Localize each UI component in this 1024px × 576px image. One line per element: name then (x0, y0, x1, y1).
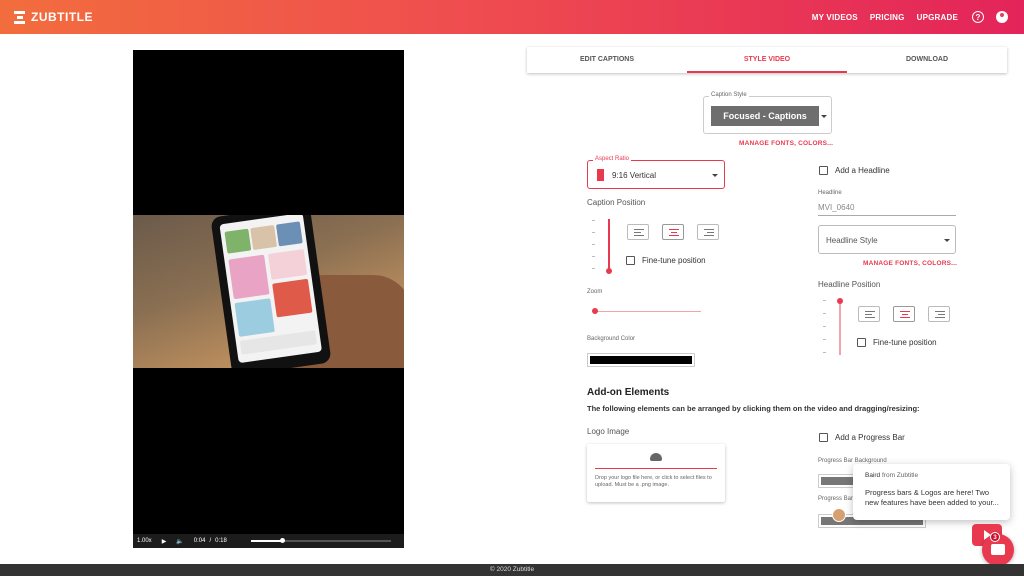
headline-input[interactable]: MVI_0640 (818, 200, 956, 216)
brand-name: ZUBTITLE (31, 10, 93, 24)
align-left-button[interactable] (627, 224, 649, 240)
player-controls: 1.00x ▶ 🔈 0:04 / 0:18 (133, 534, 404, 548)
chat-unread-badge: 3 (990, 532, 1000, 542)
help-icon[interactable]: ? (972, 11, 984, 23)
aspect-ratio-select[interactable]: Aspect Ratio 9:16 Vertical (587, 156, 725, 189)
align-right-icon (704, 229, 714, 238)
caption-position-label: Caption Position (587, 198, 646, 207)
addons-title: Add-on Elements (587, 387, 670, 398)
caption-position-vertical-slider[interactable] (608, 219, 610, 271)
video-player[interactable]: 1.00x ▶ 🔈 0:04 / 0:18 (133, 50, 404, 548)
add-progress-bar-checkbox[interactable] (819, 433, 828, 442)
headline-manage-fonts-colors-link[interactable]: MANAGE FONTS, COLORS... (863, 260, 957, 267)
headline-style-select[interactable]: Headline Style (818, 225, 956, 254)
chat-avatar (832, 508, 846, 522)
main-nav: MY VIDEOS PRICING UPGRADE ? (800, 0, 1008, 34)
zoom-label: Zoom (587, 289, 603, 295)
seek-bar[interactable] (251, 538, 391, 543)
tab-style-video[interactable]: STYLE VIDEO (687, 47, 847, 73)
align-right-icon (935, 311, 945, 320)
headline-align-right-button[interactable] (928, 306, 950, 322)
cloud-upload-icon (650, 453, 662, 461)
phone-image (210, 215, 332, 368)
headline-fine-tune-checkbox[interactable] (857, 338, 866, 347)
headline-align-center-button[interactable] (893, 306, 915, 322)
addons-description: The following elements can be arranged b… (587, 404, 920, 413)
nav-upgrade[interactable]: UPGRADE (917, 13, 958, 22)
headline-style-placeholder: Headline Style (826, 236, 878, 245)
tab-download[interactable]: DOWNLOAD (847, 47, 1007, 73)
chat-sender-name: Baird (865, 472, 881, 479)
account-icon[interactable] (996, 11, 1008, 23)
chat-sender-suffix: from Zubtitle (882, 472, 919, 479)
duration: 0:18 (215, 538, 227, 544)
play-icon[interactable]: ▶ (162, 538, 167, 545)
logo-upload-dropzone[interactable]: Drop your logo file here, or click to se… (587, 444, 725, 502)
align-center-icon (900, 311, 910, 320)
headline-position-slider-handle[interactable] (837, 298, 843, 304)
add-headline-checkbox[interactable] (819, 166, 828, 175)
background-color-picker[interactable] (587, 353, 695, 367)
tab-edit-captions[interactable]: EDIT CAPTIONS (527, 47, 687, 73)
caption-style-legend: Caption Style (709, 92, 749, 98)
align-left-icon (634, 229, 644, 238)
align-center-button[interactable] (662, 224, 684, 240)
top-navigation-bar: ZUBTITLE MY VIDEOS PRICING UPGRADE ? (0, 0, 1024, 34)
upload-instructions: Drop your logo file here, or click to se… (595, 475, 712, 488)
headline-fine-tune-label: Fine-tune position (873, 338, 937, 347)
app-logo[interactable]: ZUBTITLE (14, 10, 93, 24)
add-progress-bar-label: Add a Progress Bar (835, 433, 905, 442)
headline-input-value: MVI_0640 (818, 203, 855, 212)
align-left-icon (865, 311, 875, 320)
playback-speed[interactable]: 1.00x (137, 538, 152, 544)
background-color-label: Background Color (587, 336, 636, 342)
caption-style-select[interactable]: Caption Style Focused - Captions (703, 92, 832, 134)
caption-position-slider-handle[interactable] (606, 268, 612, 274)
caption-fine-tune-label: Fine-tune position (642, 256, 706, 265)
nav-my-videos[interactable]: MY VIDEOS (812, 13, 858, 22)
caption-style-value[interactable]: Focused - Captions (711, 106, 819, 126)
align-right-button[interactable] (697, 224, 719, 240)
zoom-slider-handle[interactable] (592, 308, 598, 314)
manage-fonts-colors-link[interactable]: MANAGE FONTS, COLORS... (739, 140, 833, 147)
vertical-ratio-icon (597, 169, 604, 181)
logo-mark-icon (14, 10, 25, 24)
chevron-down-icon (821, 115, 827, 118)
headline-align-left-button[interactable] (858, 306, 880, 322)
aspect-ratio-value: 9:16 Vertical (612, 171, 657, 180)
editor-tabs: EDIT CAPTIONS STYLE VIDEO DOWNLOAD (527, 47, 1007, 73)
progress-bar-background-color-picker[interactable] (818, 474, 858, 488)
add-headline-label: Add a Headline (835, 166, 890, 175)
progress-bar-label: Progress Bar (818, 496, 854, 502)
page-footer: © 2020 Zubtitle (0, 564, 1024, 576)
seek-handle[interactable] (279, 538, 285, 543)
headline-field-label: Headline (818, 190, 842, 196)
zoom-slider[interactable] (594, 311, 701, 312)
logo-image-label: Logo Image (587, 427, 630, 436)
headline-position-label: Headline Position (818, 280, 881, 289)
aspect-ratio-legend: Aspect Ratio (593, 156, 632, 162)
nav-pricing[interactable]: PRICING (870, 13, 905, 22)
chat-message-text: Progress bars & Logos are here! Two new … (865, 488, 999, 507)
caption-fine-tune-checkbox[interactable] (626, 256, 635, 265)
seek-progress (251, 540, 282, 542)
current-time: 0:04 (193, 538, 206, 544)
volume-icon[interactable]: 🔈 (176, 538, 183, 545)
chevron-down-icon (712, 174, 718, 177)
chevron-down-icon (944, 239, 950, 242)
video-frame[interactable] (133, 215, 404, 368)
align-center-icon (669, 229, 679, 238)
time-separator: / (209, 538, 212, 544)
chat-message-popup[interactable]: Baird from Zubtitle Progress bars & Logo… (853, 464, 1010, 520)
headline-position-vertical-slider[interactable] (839, 300, 841, 355)
chat-sender: Baird from Zubtitle (865, 472, 918, 479)
